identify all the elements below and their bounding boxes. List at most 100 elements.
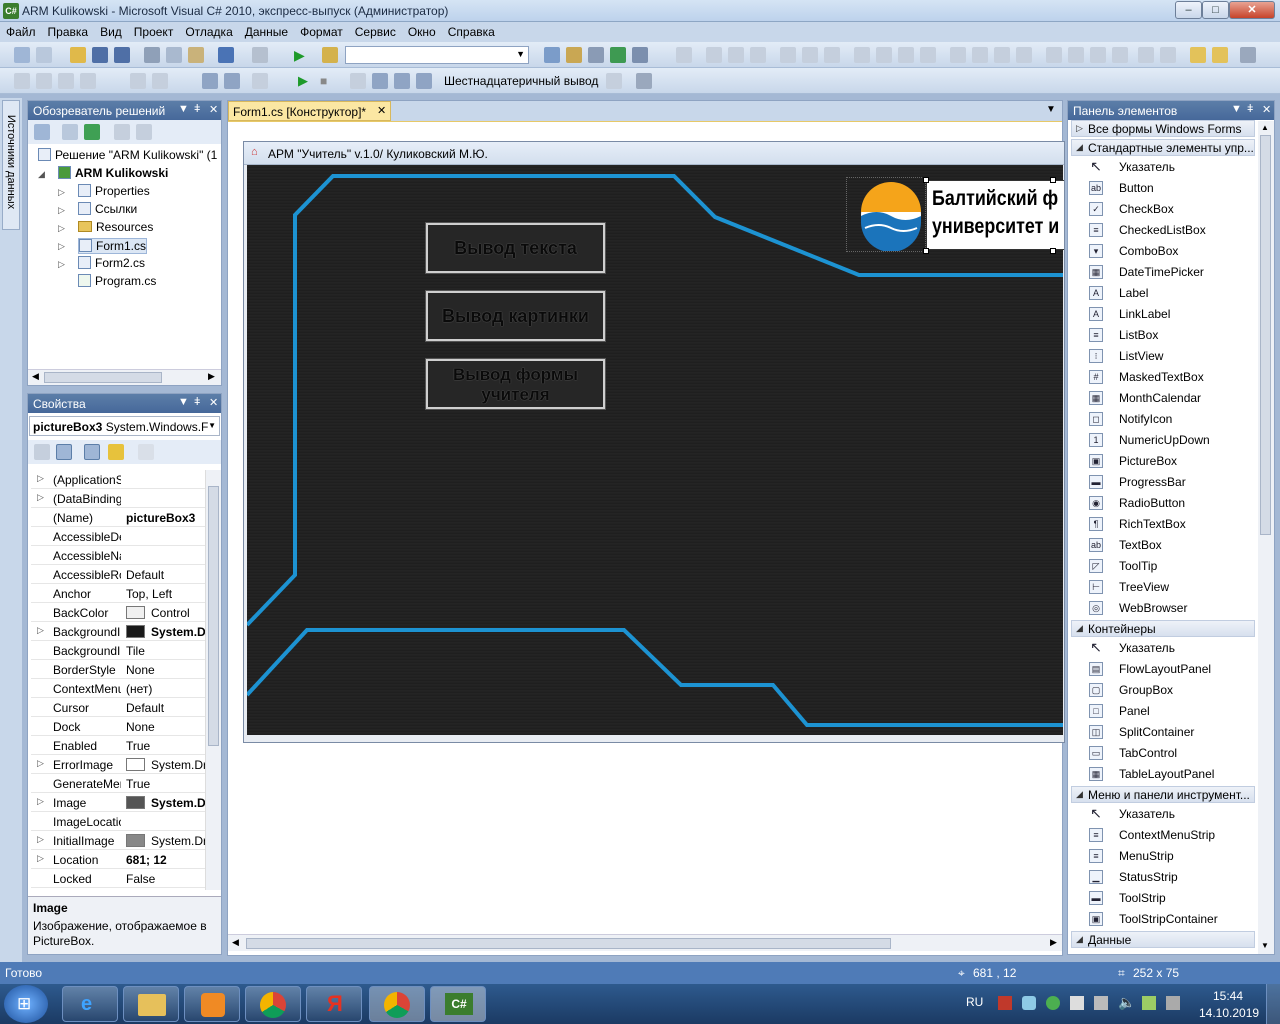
expand-icon[interactable]: ▷ bbox=[58, 259, 65, 270]
toolbox-item-radiobutton[interactable]: ◉ RadioButton bbox=[1085, 493, 1255, 514]
pin-icon[interactable]: ǂ bbox=[1247, 103, 1253, 115]
copy-icon[interactable] bbox=[166, 47, 182, 63]
toolbox-group-menus[interactable]: ◢ Меню и панели инструмент... bbox=[1071, 786, 1255, 803]
property-row[interactable]: ▷ InitialImage System.Dr bbox=[31, 831, 206, 850]
property-row[interactable]: AccessibleDescription bbox=[31, 527, 206, 546]
scroll-right-icon[interactable]: ▶ bbox=[1050, 937, 1057, 948]
menu-window[interactable]: Окно bbox=[402, 22, 442, 39]
bookmark-icon[interactable] bbox=[58, 73, 74, 89]
button-show-text[interactable]: Вывод текста bbox=[425, 222, 606, 274]
categorized-icon[interactable] bbox=[34, 444, 50, 460]
toolbox-item-maskedtextbox[interactable]: # MaskedTextBox bbox=[1085, 367, 1255, 388]
find-combo[interactable]: ▼ bbox=[345, 46, 529, 64]
stop-icon[interactable]: ■ bbox=[320, 73, 336, 89]
menu-view[interactable]: Вид bbox=[94, 22, 128, 39]
property-row[interactable]: Enabled True bbox=[31, 736, 206, 755]
property-value[interactable]: False bbox=[126, 872, 206, 886]
property-row[interactable]: BorderStyle None bbox=[31, 660, 206, 679]
property-row[interactable]: BackgroundImageLayout Tile bbox=[31, 641, 206, 660]
taskbar-explorer[interactable] bbox=[123, 986, 179, 1022]
expand-icon[interactable]: ▷ bbox=[1076, 123, 1083, 134]
decrease-hspacing-icon[interactable] bbox=[994, 47, 1010, 63]
format-icon[interactable] bbox=[80, 73, 96, 89]
increase-vspacing-icon[interactable] bbox=[1068, 47, 1084, 63]
taskbar-visual-csharp[interactable]: C# bbox=[430, 986, 486, 1022]
toolbox-group-data[interactable]: ◢ Данные bbox=[1071, 931, 1255, 948]
make-same-size-icon[interactable] bbox=[898, 47, 914, 63]
expand-icon[interactable]: ▷ bbox=[58, 187, 65, 198]
tree-item-project[interactable]: ARM Kulikowski bbox=[58, 166, 168, 180]
expand-icon[interactable]: ▷ bbox=[58, 205, 65, 216]
pin-icon[interactable]: ǂ bbox=[194, 396, 200, 408]
toolbox-icon[interactable] bbox=[632, 47, 648, 63]
tree-hscrollbar[interactable]: ◀ ▶ bbox=[28, 369, 221, 385]
toolbox-item-progressbar[interactable]: ▬ ProgressBar bbox=[1085, 472, 1255, 493]
align-bottom-icon[interactable] bbox=[824, 47, 840, 63]
properties-view-icon[interactable] bbox=[84, 444, 100, 460]
resize-handle[interactable] bbox=[923, 248, 929, 254]
maximize-button[interactable]: □ bbox=[1202, 1, 1229, 19]
make-same-height-icon[interactable] bbox=[876, 47, 892, 63]
toolbox-item-toolstripcontainer[interactable]: ▣ ToolStripContainer bbox=[1085, 909, 1255, 930]
immediate-window-icon[interactable] bbox=[252, 73, 268, 89]
property-row[interactable]: AccessibleRole Default bbox=[31, 565, 206, 584]
start-button[interactable]: ⊞ bbox=[4, 985, 48, 1023]
toolbox-item-linklabel[interactable]: A LinkLabel bbox=[1085, 304, 1255, 325]
battery-tray-icon[interactable] bbox=[1142, 996, 1156, 1010]
tab-form1-designer[interactable]: Form1.cs [Конструктор]* ✕ bbox=[228, 101, 391, 121]
redo-icon[interactable] bbox=[252, 47, 268, 63]
toolbox-item-checkedlistbox[interactable]: ≡ CheckedListBox bbox=[1085, 220, 1255, 241]
toolbox-item-tablelayoutpanel[interactable]: ▦ TableLayoutPanel bbox=[1085, 764, 1255, 785]
toolbox-item-tabcontrol[interactable]: ▭ TabControl bbox=[1085, 743, 1255, 764]
vertical-spacing-icon[interactable] bbox=[1046, 47, 1062, 63]
toolbox-item-toolstrip[interactable]: ▬ ToolStrip bbox=[1085, 888, 1255, 909]
breakpoint-window-icon[interactable] bbox=[202, 73, 218, 89]
cut-icon[interactable] bbox=[144, 47, 160, 63]
step-over-icon[interactable] bbox=[394, 73, 410, 89]
align-top-icon[interactable] bbox=[780, 47, 796, 63]
property-row[interactable]: ImageLocation bbox=[31, 812, 206, 831]
expand-icon[interactable]: ▷ bbox=[37, 492, 44, 503]
scroll-thumb[interactable] bbox=[246, 938, 891, 949]
property-row[interactable]: Dock None bbox=[31, 717, 206, 736]
action-center-tray-icon[interactable] bbox=[1070, 996, 1084, 1010]
property-row[interactable]: (Name) pictureBox3 bbox=[31, 508, 206, 527]
property-value[interactable]: Control bbox=[126, 606, 206, 620]
scroll-down-icon[interactable]: ▼ bbox=[1261, 941, 1269, 950]
align-grid-icon[interactable] bbox=[676, 47, 692, 63]
property-value[interactable]: True bbox=[126, 777, 206, 791]
expand-icon[interactable]: ▷ bbox=[37, 473, 44, 484]
selected-picturebox3[interactable]: Балтийский ф университет и bbox=[923, 177, 1064, 254]
logo-picturebox[interactable] bbox=[846, 177, 926, 252]
toolbox-item-checkbox[interactable]: ✓ CheckBox bbox=[1085, 199, 1255, 220]
minimize-button[interactable]: – bbox=[1175, 1, 1202, 19]
save-icon[interactable] bbox=[92, 47, 108, 63]
collapse-icon[interactable]: ◢ bbox=[1076, 623, 1083, 634]
tab-close-icon[interactable]: ✕ bbox=[377, 104, 386, 117]
property-value[interactable]: (нет) bbox=[126, 682, 206, 696]
menu-help[interactable]: Справка bbox=[442, 22, 501, 39]
collapse-icon[interactable]: ◢ bbox=[38, 169, 45, 180]
menu-format[interactable]: Формат bbox=[294, 22, 349, 39]
object-browser-icon[interactable] bbox=[588, 47, 604, 63]
decrease-vspacing-icon[interactable] bbox=[1090, 47, 1106, 63]
toolbox-group-all-forms[interactable]: ▷ Все формы Windows Forms bbox=[1071, 120, 1255, 137]
data-sources-tab[interactable]: Источники данных bbox=[2, 100, 20, 230]
remove-vspacing-icon[interactable] bbox=[1112, 47, 1128, 63]
property-value[interactable]: True bbox=[126, 739, 206, 753]
language-indicator[interactable]: RU bbox=[966, 995, 983, 1009]
toolbox-item-webbrowser[interactable]: ◎ WebBrowser bbox=[1085, 598, 1255, 619]
events-icon[interactable] bbox=[108, 444, 124, 460]
menu-debug[interactable]: Отладка bbox=[179, 22, 238, 39]
remove-hspacing-icon[interactable] bbox=[1016, 47, 1032, 63]
toolbox-item-pointer[interactable]: ↖ Указатель bbox=[1085, 157, 1255, 178]
toolbox-item-label[interactable]: A Label bbox=[1085, 283, 1255, 304]
pane-menu-icon[interactable]: ▼ bbox=[178, 396, 189, 408]
taskbar-yandex[interactable]: Я bbox=[306, 986, 362, 1022]
toolbox-item-groupbox[interactable]: ▢ GroupBox bbox=[1085, 680, 1255, 701]
properties-btn-icon[interactable] bbox=[34, 124, 50, 140]
increase-hspacing-icon[interactable] bbox=[972, 47, 988, 63]
toolbox-item-tooltip[interactable]: ◸ ToolTip bbox=[1085, 556, 1255, 577]
toolbox-item-datetimepicker[interactable]: ▦ DateTimePicker bbox=[1085, 262, 1255, 283]
taskbar-chrome[interactable] bbox=[245, 986, 301, 1022]
